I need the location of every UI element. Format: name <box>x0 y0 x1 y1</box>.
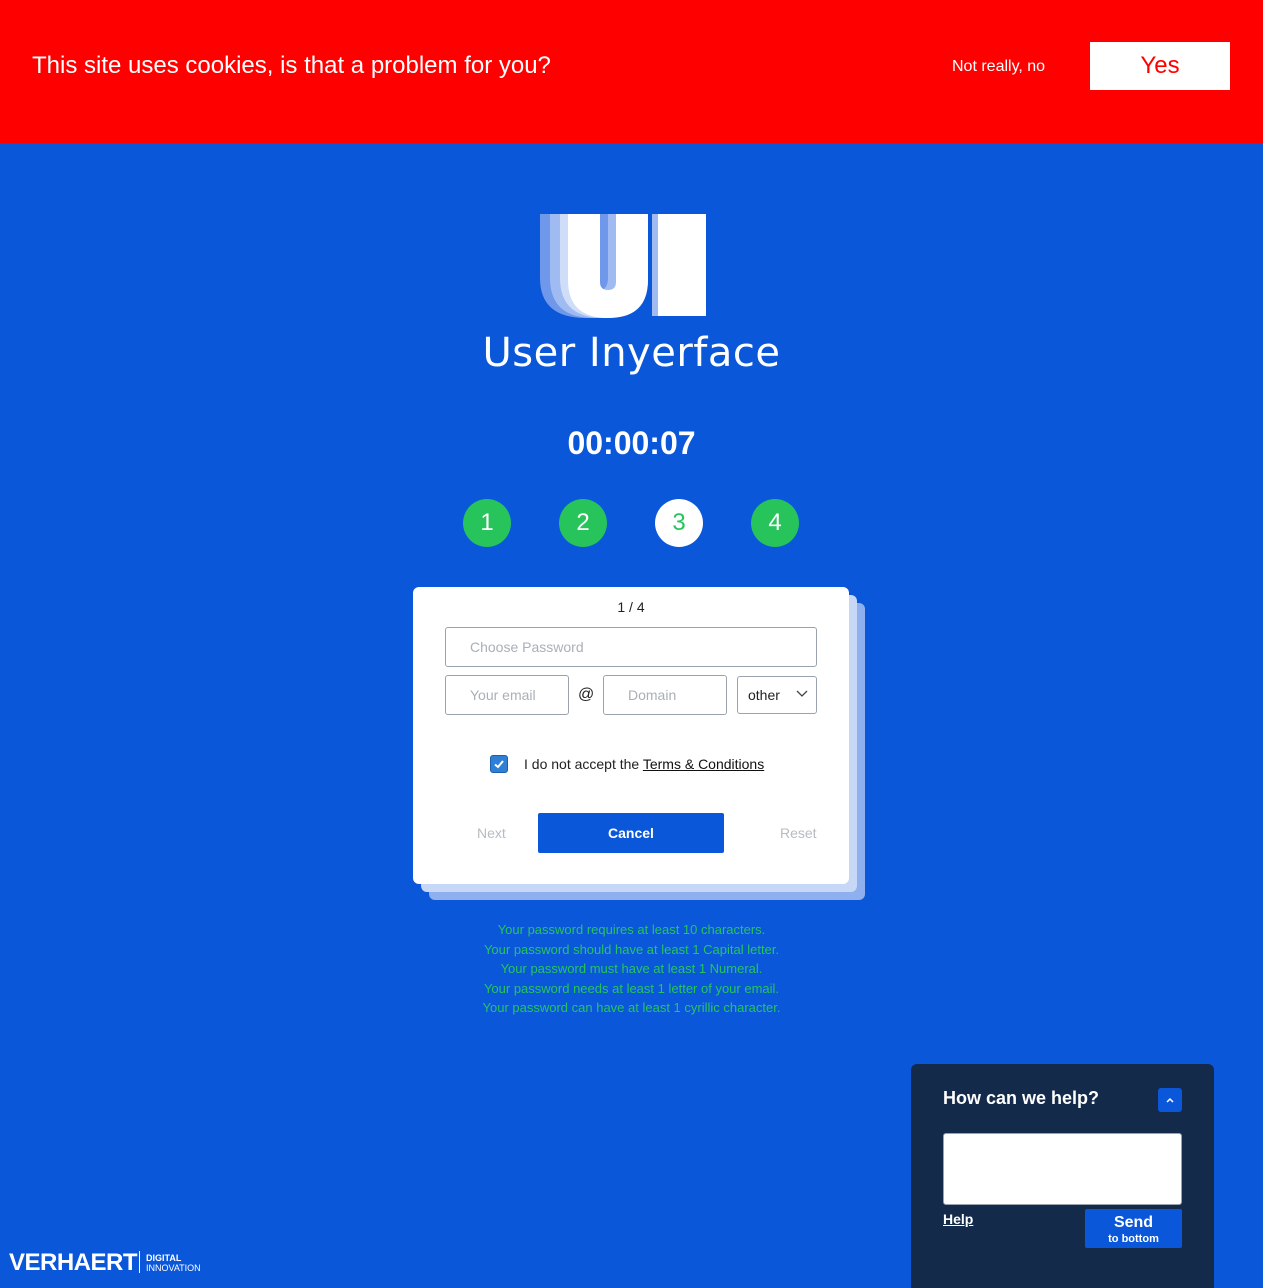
check-icon <box>494 760 504 769</box>
send-label: Send <box>1113 1213 1154 1231</box>
password-requirements: Your password requires at least 10 chara… <box>0 920 1263 1018</box>
step-3: 3 <box>655 499 703 547</box>
password-input[interactable] <box>445 627 817 667</box>
cookie-message: This site uses cookies, is that a proble… <box>32 52 551 79</box>
terms-checkbox[interactable] <box>490 755 508 773</box>
help-message-input[interactable] <box>943 1133 1182 1205</box>
at-sign: @ <box>578 686 595 703</box>
reset-button[interactable]: Reset <box>780 825 817 841</box>
terms-prefix: I do not accept the <box>524 756 643 772</box>
brand-name: VERHAERT <box>9 1249 138 1276</box>
app-title: User Inyerface <box>482 330 781 376</box>
tld-select[interactable]: other <box>737 676 817 714</box>
help-link[interactable]: Help <box>943 1211 973 1227</box>
email-input[interactable] <box>445 675 569 715</box>
cancel-button[interactable]: Cancel <box>538 813 724 853</box>
help-title: How can we help? <box>943 1088 1100 1108</box>
ui-logo <box>536 212 710 320</box>
chevron-down-icon <box>796 690 808 697</box>
domain-input[interactable] <box>603 675 727 715</box>
help-widget: How can we help? Help Send to bottom <box>911 1064 1214 1288</box>
step-4: 4 <box>751 499 799 547</box>
password-rule: Your password needs at least 1 letter of… <box>483 980 780 996</box>
timer: 00:00:07 <box>567 425 696 461</box>
password-rule: Your password must have at least 1 Numer… <box>500 961 763 976</box>
password-rule: Your password requires at least 10 chara… <box>497 922 766 937</box>
brand-line-2: INNOVATION <box>146 1263 201 1273</box>
help-collapse-button[interactable] <box>1158 1088 1182 1112</box>
cookie-accept-button[interactable]: Yes <box>1090 42 1230 90</box>
password-rule: Your password should have at least 1 Cap… <box>483 941 780 957</box>
brand-line-1: DIGITAL <box>146 1253 182 1263</box>
cookie-banner: This site uses cookies, is that a proble… <box>0 0 1263 143</box>
send-button[interactable]: Send to bottom <box>1085 1209 1182 1248</box>
step-1: 1 <box>463 499 511 547</box>
send-sub-label: to bottom <box>1108 1232 1159 1245</box>
registration-card: 1 / 4 @ other I do not accept the Terms … <box>413 587 849 884</box>
terms-link[interactable]: Terms & Conditions <box>643 756 764 772</box>
cookie-decline-button[interactable]: Not really, no <box>952 57 1045 77</box>
terms-label: I do not accept the Terms & Conditions <box>524 755 764 773</box>
password-rule: Your password can have at least 1 cyrill… <box>482 1000 781 1015</box>
next-button[interactable]: Next <box>477 825 506 841</box>
page-indicator: 1 / 4 <box>617 599 645 615</box>
step-2: 2 <box>559 499 607 547</box>
tld-select-value: other <box>748 687 780 703</box>
chevron-up-icon <box>1166 1097 1174 1103</box>
brand-divider <box>139 1251 140 1273</box>
